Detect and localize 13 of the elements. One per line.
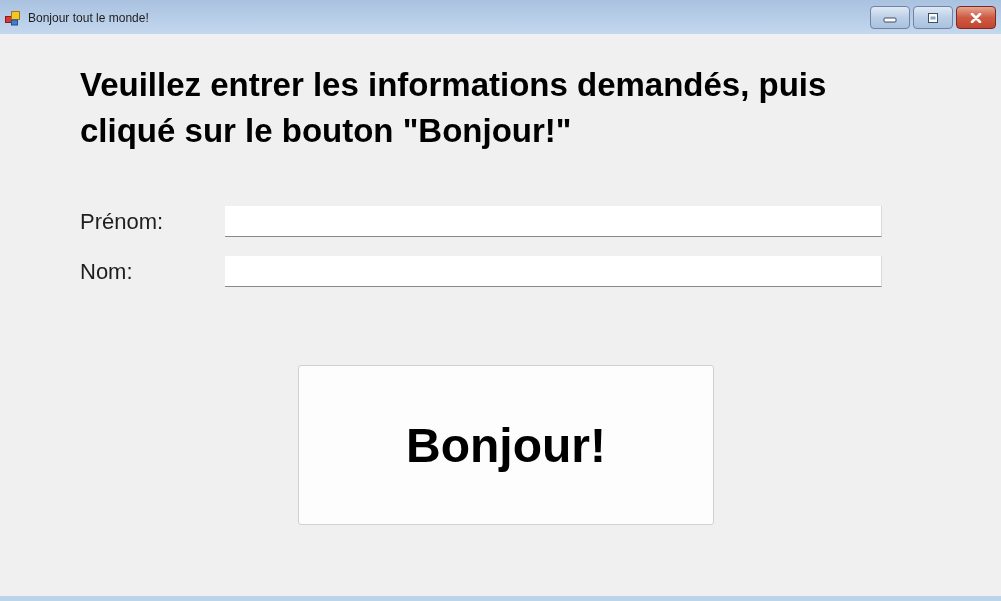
maximize-icon — [926, 12, 940, 23]
maximize-button[interactable] — [913, 6, 953, 29]
close-button[interactable] — [956, 6, 996, 29]
window-title: Bonjour tout le monde! — [28, 11, 149, 25]
field-label: Prénom: — [80, 208, 165, 235]
close-icon — [969, 12, 983, 23]
app-icon — [5, 10, 21, 26]
input-field[interactable] — [225, 256, 882, 287]
instruction-heading: Veuillez entrer les informations demandés, puis cliqué sur le bouton "Bonjour!" — [80, 65, 828, 151]
bonjour-button[interactable]: Bonjour! — [298, 365, 714, 525]
field-label: Nom: — [80, 258, 134, 285]
input-field[interactable] — [225, 206, 882, 237]
minimize-button[interactable] — [870, 6, 910, 29]
